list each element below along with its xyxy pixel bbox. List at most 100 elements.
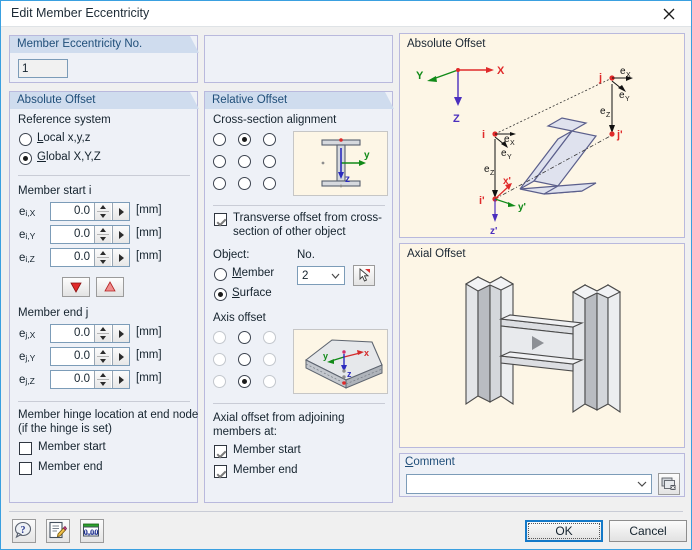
spinner-up-icon[interactable] bbox=[95, 348, 111, 356]
unit-ejz: [mm] bbox=[136, 372, 162, 384]
axis-offset-radio-r1c1[interactable] bbox=[238, 353, 251, 366]
side-button-ejx[interactable] bbox=[112, 325, 129, 342]
axis-offset-radio-r1c0 bbox=[213, 353, 226, 366]
spinner-down-icon[interactable] bbox=[95, 380, 111, 388]
absolute-offset-body: Reference system Local x,y,z Global X,Y,… bbox=[10, 109, 198, 502]
footer-divider bbox=[9, 511, 683, 512]
spinner-eiy[interactable] bbox=[94, 226, 111, 243]
checkbox-axial-member-start[interactable] bbox=[214, 445, 227, 458]
spinner-ejx[interactable] bbox=[94, 325, 111, 342]
surface-slab-graphic: x y z bbox=[304, 339, 383, 389]
axis-offset-radio-r0c2 bbox=[263, 331, 276, 344]
svg-text:z: z bbox=[347, 369, 352, 379]
spinner-down-icon[interactable] bbox=[95, 258, 111, 266]
field-label-eix: ei,X bbox=[19, 206, 36, 218]
radio-local-xyz-label: Local x,y,z bbox=[37, 132, 91, 144]
alignment-radio-r0c0[interactable] bbox=[213, 133, 226, 146]
checkbox-hinge-member-start[interactable] bbox=[19, 442, 32, 455]
svg-text:Z: Z bbox=[606, 112, 611, 119]
axis-offset-radio-r2c1[interactable] bbox=[238, 375, 251, 388]
side-button-eiy[interactable] bbox=[112, 226, 129, 243]
spinner-ejz[interactable] bbox=[94, 371, 111, 388]
comment-body bbox=[400, 471, 684, 496]
alignment-radio-r1c1[interactable] bbox=[238, 155, 251, 168]
alignment-radio-r1c0[interactable] bbox=[213, 155, 226, 168]
object-no-combo[interactable]: 2 bbox=[297, 266, 345, 285]
input-ejx[interactable]: 0.0 bbox=[50, 324, 130, 343]
panel-header-relative-offset: Relative Offset bbox=[205, 92, 394, 109]
radio-object-surface-label: Surface bbox=[232, 287, 272, 299]
absolute-offset-graphic-panel: Absolute Offset X Y Z i e X e Y e Z i' x… bbox=[399, 33, 685, 238]
spinner-ejy[interactable] bbox=[94, 348, 111, 365]
radio-global-xyz[interactable] bbox=[19, 152, 32, 165]
alignment-radio-r0c1[interactable] bbox=[238, 133, 251, 146]
side-button-ejz[interactable] bbox=[112, 371, 129, 388]
radio-local-xyz[interactable] bbox=[19, 133, 32, 146]
checkbox-hinge-member-end[interactable] bbox=[19, 462, 32, 475]
spinner-down-icon[interactable] bbox=[95, 212, 111, 220]
alignment-radio-r2c2[interactable] bbox=[263, 177, 276, 190]
spinner-down-icon[interactable] bbox=[95, 235, 111, 243]
comment-combo[interactable] bbox=[406, 474, 652, 494]
spinner-up-icon[interactable] bbox=[95, 203, 111, 211]
copy-up-button[interactable] bbox=[96, 277, 124, 297]
input-ejz[interactable]: 0.0 bbox=[50, 370, 130, 389]
units-button[interactable]: 0,00 bbox=[80, 519, 104, 543]
spinner-up-icon[interactable] bbox=[95, 249, 111, 257]
comment-library-icon bbox=[661, 477, 676, 490]
spinner-up-icon[interactable] bbox=[95, 371, 111, 379]
copy-down-button[interactable] bbox=[62, 277, 90, 297]
radio-object-surface[interactable] bbox=[214, 288, 227, 301]
cancel-button[interactable]: Cancel bbox=[609, 520, 687, 542]
axis-offset-radio-r0c1[interactable] bbox=[238, 331, 251, 344]
relative-offset-panel: Relative Offset Cross-section alignment bbox=[204, 91, 393, 503]
radio-object-member[interactable] bbox=[214, 268, 227, 281]
i-section-thumbnail: y z bbox=[293, 131, 388, 196]
axial-offset-diagram bbox=[464, 276, 622, 414]
field-label-ejx: ej,X bbox=[19, 328, 36, 340]
input-eiy[interactable]: 0.0 bbox=[50, 225, 130, 244]
spinner-down-icon[interactable] bbox=[95, 357, 111, 365]
triangle-up-icon bbox=[104, 281, 116, 292]
ok-button-label: OK bbox=[555, 524, 573, 538]
input-ejx-value: 0.0 bbox=[74, 327, 90, 339]
spinner-eix[interactable] bbox=[94, 203, 111, 220]
comment-panel: Comment bbox=[399, 453, 685, 497]
svg-text:x: x bbox=[364, 348, 369, 358]
checkbox-transverse-offset[interactable] bbox=[214, 213, 227, 226]
comment-library-button[interactable] bbox=[658, 473, 680, 495]
axial-offset-graphic-panel: Axial Offset bbox=[399, 243, 685, 448]
notes-button[interactable] bbox=[46, 519, 70, 543]
svg-text:z: z bbox=[345, 174, 350, 185]
input-ejy[interactable]: 0.0 bbox=[50, 347, 130, 366]
spinner-up-icon[interactable] bbox=[95, 226, 111, 234]
ok-button[interactable]: OK bbox=[525, 520, 603, 542]
input-eiy-value: 0.0 bbox=[74, 228, 90, 240]
help-question-icon: ? bbox=[14, 521, 32, 539]
axis-offset-label: Axis offset bbox=[213, 312, 266, 324]
pick-object-button[interactable] bbox=[353, 265, 375, 286]
spinner-down-icon[interactable] bbox=[95, 334, 111, 342]
alignment-radio-r1c2[interactable] bbox=[263, 155, 276, 168]
input-eix[interactable]: 0.0 bbox=[50, 202, 130, 221]
checkbox-axial-member-end[interactable] bbox=[214, 465, 227, 478]
alignment-radio-r2c1[interactable] bbox=[238, 177, 251, 190]
spinner-up-icon[interactable] bbox=[95, 325, 111, 333]
member-end-label: Member end j bbox=[18, 307, 89, 319]
alignment-radio-r0c2[interactable] bbox=[263, 133, 276, 146]
divider-3 bbox=[213, 205, 385, 206]
input-eiz[interactable]: 0.0 bbox=[50, 248, 130, 267]
help-button[interactable]: ? bbox=[12, 519, 36, 543]
member-start-label: Member start i bbox=[18, 185, 92, 197]
comment-label: Comment bbox=[405, 456, 455, 468]
side-button-eix[interactable] bbox=[112, 203, 129, 220]
alignment-radio-r2c0[interactable] bbox=[213, 177, 226, 190]
divider-1 bbox=[18, 175, 190, 176]
side-button-eiz[interactable] bbox=[112, 249, 129, 266]
side-button-ejy[interactable] bbox=[112, 348, 129, 365]
cancel-button-label: Cancel bbox=[629, 524, 667, 538]
spinner-eiz[interactable] bbox=[94, 249, 111, 266]
checkbox-hinge-member-end-label: Member end bbox=[38, 461, 103, 473]
member-eccentricity-no-input[interactable] bbox=[18, 59, 68, 78]
close-icon[interactable] bbox=[647, 1, 691, 26]
